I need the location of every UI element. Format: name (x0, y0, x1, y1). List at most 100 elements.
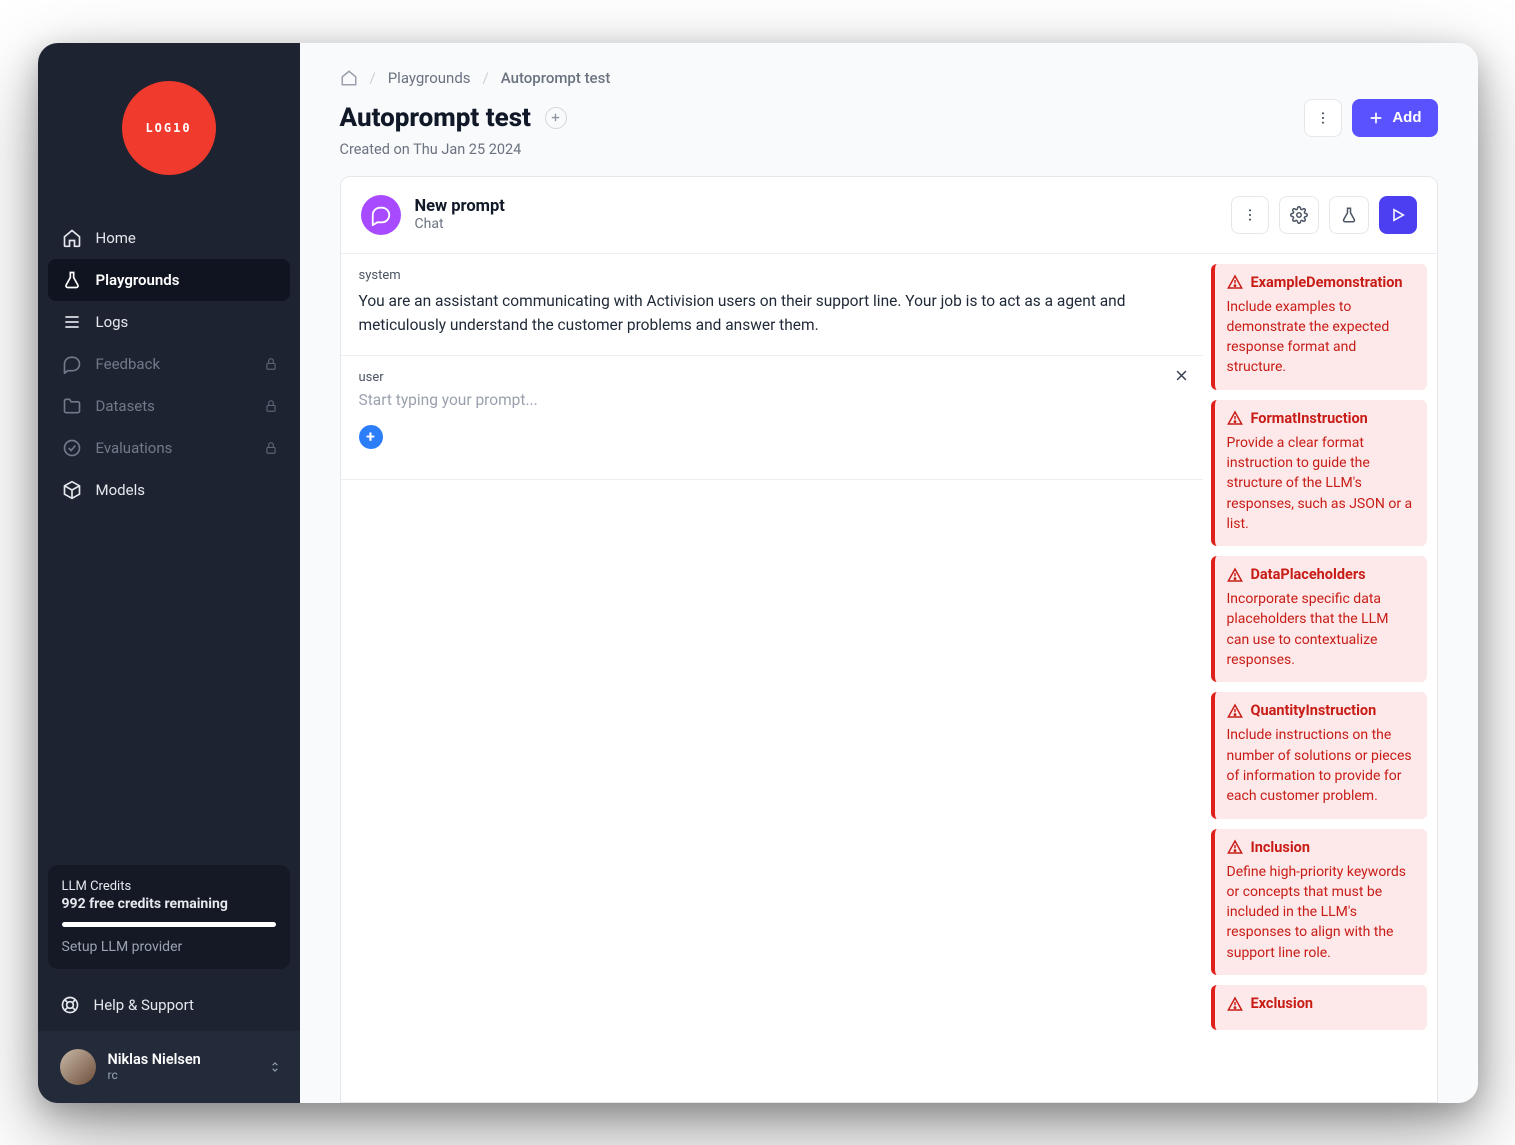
editor-column: system You are an assistant communicatin… (341, 254, 1203, 1102)
sidebar-item-label: Feedback (96, 355, 161, 373)
help-support[interactable]: Help & Support (38, 979, 300, 1031)
credits-progress (62, 922, 276, 927)
warning-icon (1227, 703, 1243, 719)
list-icon (62, 312, 82, 332)
sidebar-item-evaluations[interactable]: Evaluations (48, 427, 290, 469)
page-header: Autoprompt test Add (300, 91, 1478, 141)
flask-icon (1340, 206, 1358, 224)
prompt-settings-button[interactable] (1279, 196, 1319, 234)
hint-title: Inclusion (1251, 839, 1310, 856)
sidebar-item-home[interactable]: Home (48, 217, 290, 259)
warning-icon (1227, 274, 1243, 290)
sidebar-item-label: Models (96, 481, 145, 499)
prompt-card-head: New prompt Chat (341, 177, 1437, 254)
hint-body: Define high-priority keywords or concept… (1227, 862, 1415, 963)
app-shell: LOG10 Home Playgrounds Logs (38, 43, 1478, 1103)
breadcrumb-sep: / (370, 69, 376, 87)
home-icon (62, 228, 82, 248)
close-icon (1174, 368, 1189, 383)
sidebar-item-label: Playgrounds (96, 271, 180, 289)
lock-icon (264, 441, 278, 455)
cube-icon (62, 480, 82, 500)
system-message-text[interactable]: You are an assistant communicating with … (359, 289, 1185, 337)
user-name: Niklas Nielsen (108, 1051, 201, 1068)
lock-icon (264, 357, 278, 371)
remove-message-button[interactable] (1174, 368, 1189, 383)
user-message[interactable]: user Start typing your prompt... + (341, 356, 1203, 480)
hints-column: ExampleDemonstration Include examples to… (1203, 254, 1437, 1102)
sidebar: LOG10 Home Playgrounds Logs (38, 43, 300, 1103)
hint-card[interactable]: ExampleDemonstration Include examples to… (1211, 264, 1427, 390)
credits-remaining: 992 free credits remaining (62, 896, 276, 912)
sidebar-nav: Home Playgrounds Logs Feedback (38, 213, 300, 515)
prompt-experiment-button[interactable] (1329, 196, 1369, 234)
hint-body: Provide a clear format instruction to gu… (1227, 433, 1415, 534)
hint-title: FormatInstruction (1251, 410, 1368, 427)
sidebar-item-label: Home (96, 229, 136, 247)
prompt-name: New prompt (415, 197, 505, 216)
sidebar-item-label: Datasets (96, 397, 155, 415)
message-role: user (359, 370, 1185, 385)
credits-title: LLM Credits (62, 879, 276, 894)
hint-title: QuantityInstruction (1251, 702, 1377, 719)
sidebar-item-datasets[interactable]: Datasets (48, 385, 290, 427)
credits-card: LLM Credits 992 free credits remaining S… (48, 865, 290, 969)
plus-icon: + (366, 427, 375, 446)
breadcrumb-playgrounds[interactable]: Playgrounds (388, 69, 471, 87)
breadcrumb-current: Autoprompt test (501, 69, 611, 87)
sidebar-item-feedback[interactable]: Feedback (48, 343, 290, 385)
prompt-card: New prompt Chat (340, 176, 1438, 1103)
hint-body: Incorporate specific data placeholders t… (1227, 589, 1415, 670)
sidebar-item-models[interactable]: Models (48, 469, 290, 511)
life-buoy-icon (60, 995, 80, 1015)
hint-card[interactable]: Inclusion Define high-priority keywords … (1211, 829, 1427, 975)
hint-card[interactable]: DataPlaceholders Incorporate specific da… (1211, 556, 1427, 682)
lock-icon (264, 399, 278, 413)
hint-title: Exclusion (1251, 995, 1314, 1012)
home-icon[interactable] (340, 69, 358, 87)
user-switcher[interactable]: Niklas Nielsen rc (38, 1031, 300, 1103)
warning-icon (1227, 839, 1243, 855)
page-title: Autoprompt test (340, 103, 531, 133)
warning-icon (1227, 567, 1243, 583)
gear-icon (1290, 206, 1308, 224)
help-label: Help & Support (94, 996, 194, 1014)
folder-icon (62, 396, 82, 416)
prompt-more-button[interactable] (1231, 196, 1269, 234)
sidebar-item-label: Logs (96, 313, 129, 331)
main: / Playgrounds / Autoprompt test Autoprom… (300, 43, 1478, 1103)
check-circle-icon (62, 438, 82, 458)
add-message-button[interactable]: + (359, 425, 383, 449)
sidebar-item-playgrounds[interactable]: Playgrounds (48, 259, 290, 301)
hint-body: Include examples to demonstrate the expe… (1227, 297, 1415, 378)
hint-card[interactable]: FormatInstruction Provide a clear format… (1211, 400, 1427, 546)
hint-card[interactable]: QuantityInstruction Include instructions… (1211, 692, 1427, 818)
system-message[interactable]: system You are an assistant communicatin… (341, 254, 1203, 356)
page-more-button[interactable] (1304, 99, 1342, 137)
sidebar-item-label: Evaluations (96, 439, 173, 457)
warning-icon (1227, 410, 1243, 426)
message-role: system (359, 268, 1185, 283)
add-button-label: Add (1392, 109, 1421, 126)
chat-avatar-icon (361, 195, 401, 235)
chevron-up-down-icon (268, 1060, 282, 1074)
prompt-run-button[interactable] (1379, 196, 1417, 234)
breadcrumb: / Playgrounds / Autoprompt test (300, 43, 1478, 91)
hint-title: ExampleDemonstration (1251, 274, 1403, 291)
setup-llm-link[interactable]: Setup LLM provider (62, 939, 276, 955)
breadcrumb-sep: / (483, 69, 489, 87)
hint-body: Include instructions on the number of so… (1227, 725, 1415, 806)
sidebar-item-logs[interactable]: Logs (48, 301, 290, 343)
hint-card[interactable]: Exclusion (1211, 985, 1427, 1030)
user-org: rc (108, 1068, 201, 1082)
add-button[interactable]: Add (1352, 99, 1437, 137)
avatar (60, 1049, 96, 1085)
logo-wrap: LOG10 (38, 43, 300, 213)
page-subtitle: Created on Thu Jan 25 2024 (300, 141, 1478, 176)
flask-icon (62, 270, 82, 290)
user-message-input[interactable]: Start typing your prompt... (359, 391, 1185, 409)
title-add-button[interactable] (545, 107, 567, 129)
prompt-type: Chat (415, 216, 505, 232)
play-icon (1390, 207, 1406, 223)
chat-icon (62, 354, 82, 374)
